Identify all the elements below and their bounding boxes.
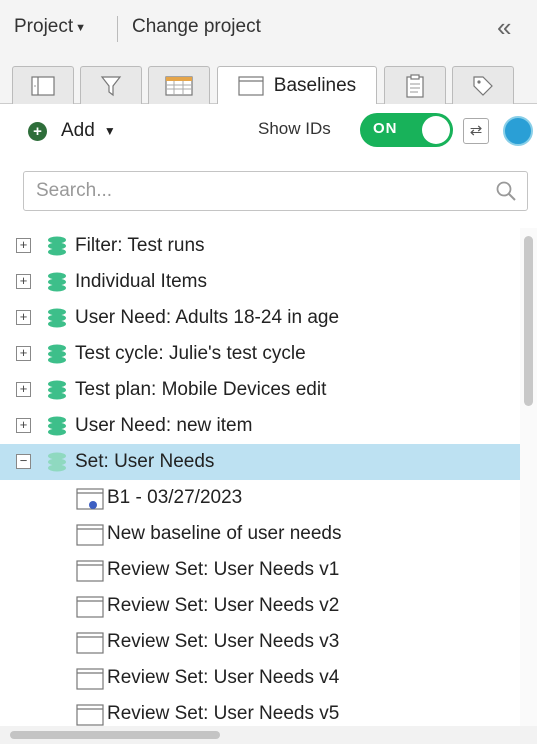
tab-bar: Baselines xyxy=(0,56,537,105)
tab-baselines-label: Baselines xyxy=(273,75,357,96)
baseline-label: Review Set: User Needs v1 xyxy=(107,559,340,580)
panel-header: Project ▼ Change project « xyxy=(0,0,537,56)
tab-tags[interactable] xyxy=(452,66,514,104)
tree-node-label: Individual Items xyxy=(75,271,208,292)
add-label: Add xyxy=(61,120,95,141)
tab-clipboard[interactable] xyxy=(384,66,446,104)
globe-icon[interactable] xyxy=(503,116,533,146)
horizontal-scrollbar[interactable] xyxy=(0,726,537,744)
show-ids-toggle[interactable]: ON xyxy=(360,113,453,147)
divider xyxy=(117,16,118,42)
baseline-icon xyxy=(76,524,104,546)
expand-icon[interactable]: + xyxy=(16,418,31,433)
tab-filter[interactable] xyxy=(80,66,142,104)
grid-view-icon xyxy=(165,75,193,96)
caret-down-icon: ▼ xyxy=(75,22,87,34)
vertical-scroll-thumb[interactable] xyxy=(524,236,533,406)
baseline-icon xyxy=(76,560,104,582)
stack-icon xyxy=(48,452,66,472)
add-button[interactable]: + Add ▼ xyxy=(28,120,116,142)
stack-icon xyxy=(48,416,66,436)
baseline-item[interactable]: New baseline of user needs xyxy=(0,516,520,552)
toggle-state-text: ON xyxy=(373,120,398,137)
plus-icon: + xyxy=(28,121,47,141)
baselines-icon xyxy=(238,76,264,96)
baseline-item[interactable]: Review Set: User Needs v1 xyxy=(0,552,520,588)
project-label: Project xyxy=(14,16,74,37)
baseline-tree: + Filter: Test runs + Individual Items +… xyxy=(0,228,520,726)
clipboard-icon xyxy=(406,73,424,98)
caret-down-icon: ▼ xyxy=(103,124,116,138)
change-project-link[interactable]: Change project xyxy=(132,16,261,38)
tree-node-selected[interactable]: − Set: User Needs xyxy=(0,444,520,480)
baseline-label: Review Set: User Needs v3 xyxy=(107,631,340,652)
baseline-label: Review Set: User Needs v4 xyxy=(107,667,340,688)
baseline-icon xyxy=(76,596,104,618)
tree-node-label: Test plan: Mobile Devices edit xyxy=(75,379,327,400)
tree-node-label: Set: User Needs xyxy=(75,451,215,472)
baseline-item[interactable]: Review Set: User Needs v2 xyxy=(0,588,520,624)
expand-icon[interactable]: + xyxy=(16,274,31,289)
tree-node[interactable]: + Test plan: Mobile Devices edit xyxy=(0,372,520,408)
tree-node[interactable]: + Test cycle: Julie's test cycle xyxy=(0,336,520,372)
list-view-icon xyxy=(31,75,55,96)
tree-node-label: User Need: Adults 18-24 in age xyxy=(75,307,340,328)
baseline-icon xyxy=(76,704,104,726)
stack-icon xyxy=(48,380,66,400)
stack-icon xyxy=(48,308,66,328)
stack-icon xyxy=(48,236,66,256)
project-menu-button[interactable]: Project ▼ xyxy=(14,16,86,38)
baseline-icon xyxy=(76,668,104,690)
search-input[interactable] xyxy=(24,172,484,210)
baseline-label: B1 - 03/27/2023 xyxy=(107,487,243,508)
expand-icon[interactable]: + xyxy=(16,382,31,397)
expand-icon[interactable]: + xyxy=(16,310,31,325)
baseline-label: New baseline of user needs xyxy=(107,523,342,544)
tree-node[interactable]: + Filter: Test runs xyxy=(0,228,520,264)
vertical-scrollbar[interactable] xyxy=(520,228,537,726)
show-ids-label: Show IDs xyxy=(258,119,331,138)
tag-icon xyxy=(473,75,493,96)
tree-node-label: Filter: Test runs xyxy=(75,235,205,256)
baseline-item[interactable]: Review Set: User Needs v3 xyxy=(0,624,520,660)
search-box xyxy=(23,171,528,211)
expand-icon[interactable]: + xyxy=(16,346,31,361)
swap-icon[interactable]: ⇄ xyxy=(463,118,489,144)
stack-icon xyxy=(48,272,66,292)
expand-icon[interactable]: + xyxy=(16,238,31,253)
collapse-icon[interactable]: − xyxy=(16,454,31,469)
tree-node[interactable]: + User Need: new item xyxy=(0,408,520,444)
baseline-item[interactable]: Review Set: User Needs v4 xyxy=(0,660,520,696)
tree-node-label: User Need: new item xyxy=(75,415,253,436)
filter-icon xyxy=(100,75,122,96)
toggle-knob xyxy=(422,116,450,144)
baseline-signed-icon xyxy=(76,488,104,510)
baseline-label: Review Set: User Needs v5 xyxy=(107,703,340,724)
baseline-item[interactable]: Review Set: User Needs v5 xyxy=(0,696,520,726)
horizontal-scroll-thumb[interactable] xyxy=(10,731,220,739)
tab-grid-view[interactable] xyxy=(148,66,210,104)
tree-node[interactable]: + User Need: Adults 18-24 in age xyxy=(0,300,520,336)
tab-list-view[interactable] xyxy=(12,66,74,104)
tab-baselines[interactable]: Baselines xyxy=(217,66,377,105)
stack-icon xyxy=(48,344,66,364)
collapse-panel-icon[interactable]: « xyxy=(497,12,512,43)
toolbar: + Add ▼ Show IDs xyxy=(0,104,537,158)
tree-node-label: Test cycle: Julie's test cycle xyxy=(75,343,306,364)
search-icon[interactable] xyxy=(495,180,517,202)
baseline-label: Review Set: User Needs v2 xyxy=(107,595,340,616)
baseline-item[interactable]: B1 - 03/27/2023 xyxy=(0,480,520,516)
baseline-icon xyxy=(76,632,104,654)
tree-node[interactable]: + Individual Items xyxy=(0,264,520,300)
